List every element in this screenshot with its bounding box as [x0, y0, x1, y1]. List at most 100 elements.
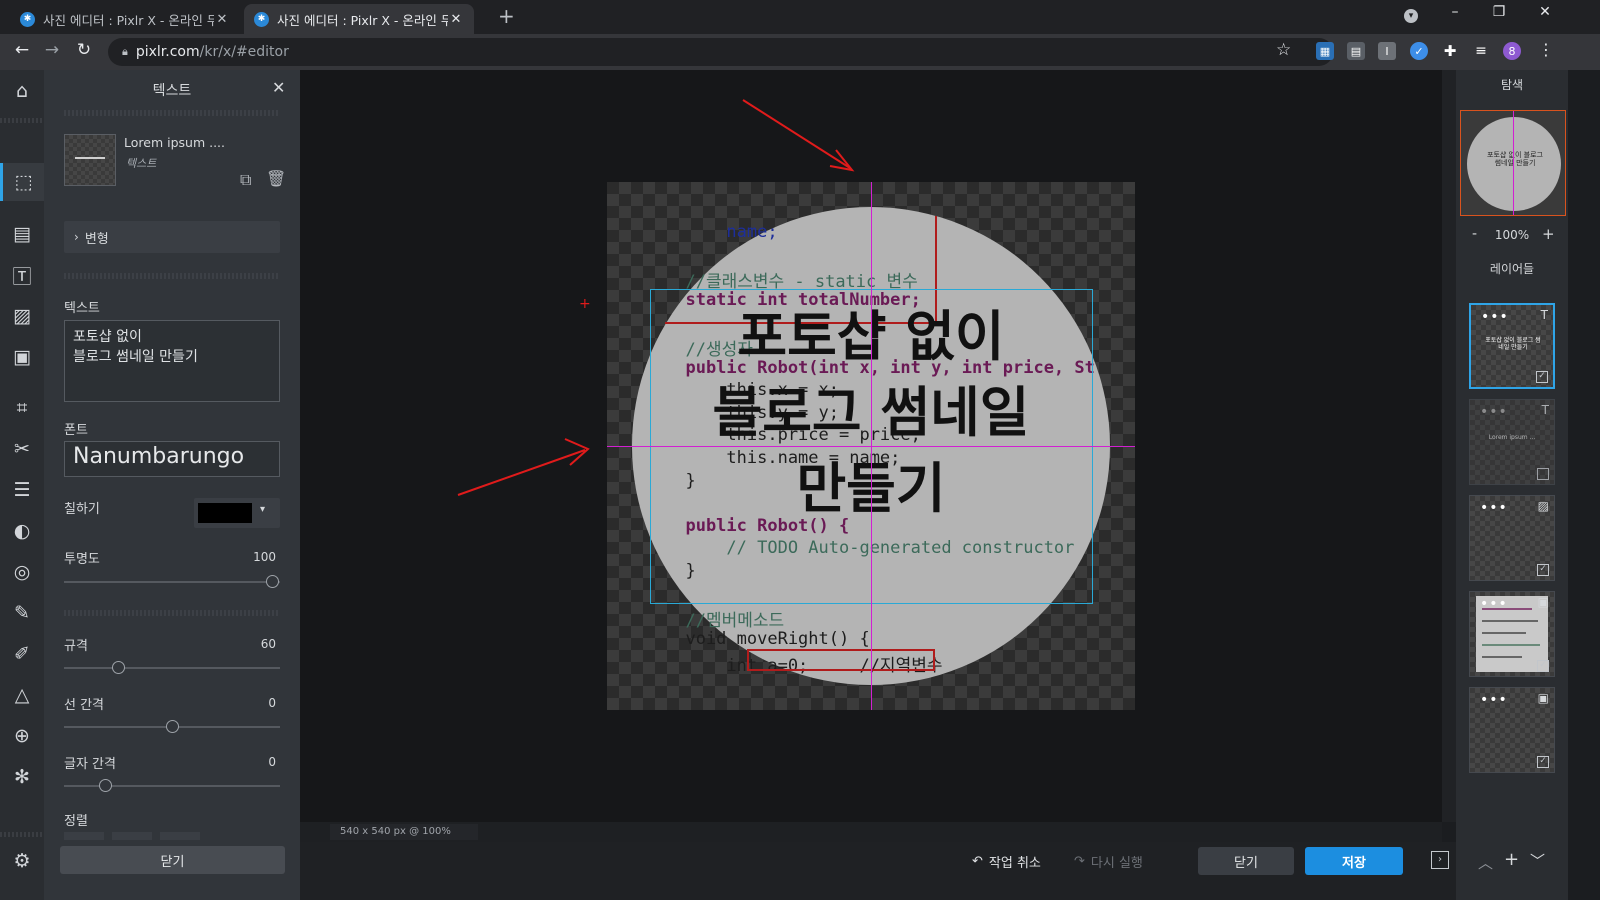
navigator-title: 탐색 [1500, 78, 1524, 92]
image-layer-icon: ▣ [1537, 595, 1549, 609]
opacity-slider[interactable] [64, 575, 280, 588]
layer-visibility-checkbox[interactable] [1537, 468, 1549, 480]
size-value: 60 [260, 637, 276, 651]
fill-color-swatch [198, 503, 252, 523]
adjust-tool-icon[interactable]: ☰ [0, 471, 44, 509]
layer-visibility-checkbox[interactable]: ✓ [1537, 564, 1549, 576]
undo-icon: ↶ [972, 854, 983, 869]
line-spacing-slider[interactable] [64, 720, 280, 733]
crop-tool-icon[interactable]: ⌗ [0, 389, 44, 427]
layout-tool-icon[interactable]: ▤ [0, 215, 44, 253]
profile-avatar[interactable]: 8 [1503, 42, 1521, 60]
maximize-icon[interactable]: ❐ [1484, 4, 1514, 20]
forward-icon[interactable]: → [40, 40, 64, 60]
opacity-label: 투명도 [64, 552, 100, 567]
arrange-tool-icon[interactable]: ⬚ [0, 163, 44, 201]
layer-up-icon[interactable]: ︿ [1478, 852, 1493, 873]
cutout-tool-icon[interactable]: ✂ [0, 430, 44, 468]
duplicate-icon[interactable]: ⧉ [240, 170, 251, 190]
effects-tool-icon[interactable]: ✻ [0, 758, 44, 796]
layer-preview-text: 포토샵 없이 블로그 썸네일 만들기 [1485, 337, 1541, 351]
close-button[interactable]: 닫기 [1198, 847, 1294, 875]
layer-visibility-checkbox[interactable]: ✓ [1536, 371, 1548, 383]
layer-menu-icon[interactable]: ••• [1480, 692, 1508, 708]
filter-tool-icon[interactable]: ◐ [0, 512, 44, 550]
browser-menu-icon[interactable]: ⋮ [1538, 40, 1554, 59]
back-icon[interactable]: ← [10, 40, 34, 60]
zoom-out-button[interactable]: - [1472, 226, 1477, 242]
size-slider[interactable] [64, 661, 280, 674]
font-select[interactable]: Nanumbarungo [64, 441, 280, 477]
reading-list-icon[interactable]: ≡ [1472, 42, 1490, 60]
retouch-tool-icon[interactable]: ✎ [0, 594, 44, 632]
draw-tool-icon[interactable]: ✐ [0, 635, 44, 673]
browser-tab-active[interactable]: ✱ 사진 에디터 : Pixlr X - 온라인 무 ✕ [244, 4, 474, 34]
layer-item-element[interactable]: ••• ▨ ✓ [1469, 495, 1555, 581]
layer-item-text-headline[interactable]: ••• T 포토샵 없이 블로그 썸네일 만들기 ✓ [1469, 303, 1555, 389]
align-left-button[interactable] [64, 832, 104, 840]
workspace-scrollbar[interactable] [1442, 70, 1456, 822]
liquify-tool-icon[interactable]: ◎ [0, 553, 44, 591]
slider-handle[interactable] [112, 661, 125, 674]
close-tab-icon[interactable]: ✕ [214, 12, 230, 27]
align-right-button[interactable] [160, 832, 200, 840]
extension-icon[interactable]: ▤ [1347, 42, 1365, 60]
status-bar: 540 x 540 px @ 100% [300, 822, 1442, 842]
panel-close-button[interactable]: 닫기 [60, 846, 285, 874]
layer-item-image-code[interactable]: ••• ▣ ✓ [1469, 591, 1555, 677]
text-tool-icon[interactable]: 🅃 [0, 256, 44, 294]
url-path: /kr/x/#editor [199, 44, 289, 60]
align-center-button[interactable] [112, 832, 152, 840]
slider-handle[interactable] [266, 575, 279, 588]
transform-section[interactable]: › 변형 [64, 221, 280, 253]
close-window-icon[interactable]: ✕ [1530, 4, 1560, 20]
redo-button[interactable]: ↷ 다시 실행 [1074, 852, 1143, 871]
layer-item-text-lorem[interactable]: ••• T Lorem ipsum ... [1469, 399, 1555, 485]
layer-visibility-checkbox[interactable]: ✓ [1537, 660, 1549, 672]
letter-spacing-slider[interactable] [64, 779, 280, 792]
browser-tab[interactable]: ✱ 사진 에디터 : Pixlr X - 온라인 무 ✕ [10, 4, 240, 34]
extension-icon[interactable]: ▦ [1316, 42, 1334, 60]
text-content-input[interactable]: 포토샵 없이 블로그 썸네일 만들기 [64, 320, 280, 402]
new-tab-icon[interactable]: + [498, 4, 515, 28]
layer-item-image-background[interactable]: ••• ▣ ✓ [1469, 687, 1555, 773]
extensions-puzzle-icon[interactable]: ✚ [1441, 42, 1459, 60]
add-layer-icon[interactable]: + [1504, 849, 1519, 870]
navigator-text: 포토샵 없이 블로그 썸네일 만들기 [1487, 151, 1543, 167]
layer-menu-icon[interactable]: ••• [1481, 309, 1509, 325]
trash-icon[interactable]: 🗑︎ [266, 169, 286, 188]
layer-menu-icon[interactable]: ••• [1480, 596, 1508, 612]
undo-button[interactable]: ↶ 작업 취소 [972, 852, 1041, 871]
extension-icon[interactable]: ✓ [1410, 42, 1428, 60]
bookmark-star-icon[interactable]: ☆ [1276, 40, 1291, 60]
close-tab-icon[interactable]: ✕ [448, 12, 464, 27]
minimize-icon[interactable]: – [1440, 4, 1470, 20]
tab-search-icon[interactable]: ▾ [1396, 6, 1426, 23]
settings-gear-icon[interactable]: ⚙ [0, 842, 44, 880]
fill-color-picker[interactable]: ▾ [194, 498, 280, 528]
navigator-preview[interactable]: 포토샵 없이 블로그 썸네일 만들기 [1460, 110, 1566, 216]
arrow-head-top [829, 149, 855, 172]
address-bar[interactable]: 🔒︎ pixlr.com/kr/x/#editor [108, 38, 1333, 66]
grid-tool-icon[interactable]: ⊕ [0, 717, 44, 755]
toggle-panel-icon[interactable]: › [1431, 851, 1449, 869]
element-tool-icon[interactable]: ▨ [0, 297, 44, 335]
slider-handle[interactable] [99, 779, 112, 792]
slider-handle[interactable] [166, 720, 179, 733]
layer-menu-icon[interactable]: ••• [1480, 404, 1508, 420]
layer-menu-icon[interactable]: ••• [1480, 500, 1508, 516]
bottom-action-bar: ↶ 작업 취소 ↷ 다시 실행 닫기 저장 › [300, 842, 1456, 900]
reload-icon[interactable]: ↻ [72, 40, 96, 60]
zoom-in-button[interactable]: + [1542, 225, 1555, 243]
shape-tool-icon[interactable]: △ [0, 676, 44, 714]
close-panel-icon[interactable]: ✕ [272, 78, 285, 97]
save-button[interactable]: 저장 [1305, 847, 1403, 875]
layer-visibility-checkbox[interactable]: ✓ [1537, 756, 1549, 768]
layer-down-icon[interactable]: ﹀ [1530, 850, 1545, 871]
transform-label: 변형 [84, 231, 109, 247]
element-layer-icon: ▨ [1537, 499, 1549, 513]
extension-icon[interactable]: Ⅰ [1378, 42, 1396, 60]
annotation-arrow-top [742, 99, 851, 169]
home-icon[interactable]: ⌂ [0, 72, 44, 110]
image-tool-icon[interactable]: ▣ [0, 338, 44, 376]
